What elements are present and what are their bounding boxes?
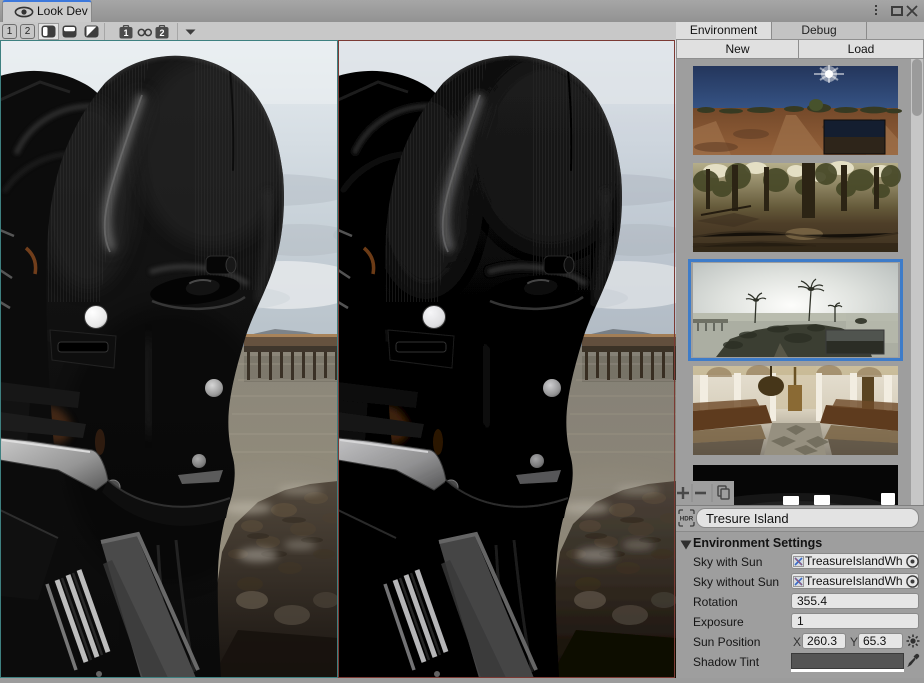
svg-text:HDR: HDR	[680, 516, 694, 523]
svg-text:1: 1	[123, 28, 128, 38]
svg-text:2: 2	[159, 28, 164, 38]
